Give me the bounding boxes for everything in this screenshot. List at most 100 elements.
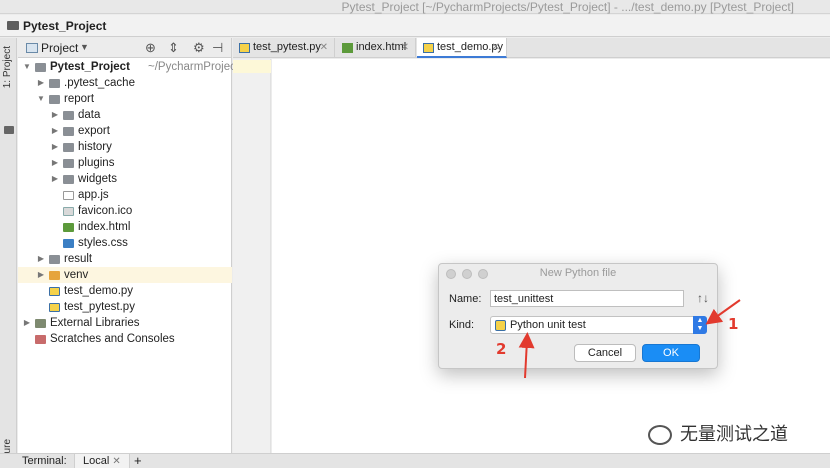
close-window-button[interactable] xyxy=(446,269,456,279)
annotation-marker-1: 1 xyxy=(728,315,739,333)
editor-tab[interactable]: index.html ✕ xyxy=(336,38,416,58)
folder-icon xyxy=(7,21,19,30)
tree-item[interactable]: ▶ plugins xyxy=(18,155,232,171)
folder-icon xyxy=(63,143,74,152)
ok-button[interactable]: OK xyxy=(642,344,700,362)
tree-item[interactable]: test_pytest.py xyxy=(18,299,232,315)
folder-icon xyxy=(63,127,74,136)
kind-select[interactable]: Python unit test ▲ ▼ xyxy=(490,316,707,334)
cancel-button[interactable]: Cancel xyxy=(574,344,636,362)
js-file-icon xyxy=(63,191,74,200)
folder-icon xyxy=(49,95,60,104)
tree-item[interactable]: app.js xyxy=(18,187,232,203)
tree-item[interactable]: ▼ report xyxy=(18,91,232,107)
watermark: 无量测试之道 xyxy=(648,420,788,446)
tree-item[interactable]: favicon.ico xyxy=(18,203,232,219)
close-icon[interactable]: ✕ xyxy=(112,456,120,467)
collapse-all-icon[interactable]: ⇕ xyxy=(168,40,179,56)
chevron-right-icon[interactable]: ▶ xyxy=(36,267,46,283)
editor-tab-label: test_pytest.py xyxy=(253,41,321,53)
tree-item[interactable]: Scratches and Consoles xyxy=(18,331,232,347)
folder-icon xyxy=(63,175,74,184)
window-title-bar: Pytest_Project [~/PycharmProjects/Pytest… xyxy=(0,0,830,14)
editor-gutter xyxy=(233,59,271,453)
chevron-right-icon[interactable]: ▶ xyxy=(50,107,60,123)
folder-icon xyxy=(49,79,60,88)
python-file-icon xyxy=(49,303,60,312)
tree-item[interactable]: index.html xyxy=(18,219,232,235)
tree-item-label: report xyxy=(64,93,95,105)
bottom-tool-bar: Terminal: Local ✕ + xyxy=(0,453,830,468)
sort-icon[interactable]: ↑↓ xyxy=(697,291,709,305)
folder-icon xyxy=(35,63,46,72)
close-icon[interactable]: ✕ xyxy=(492,38,500,57)
tree-item[interactable]: ▶ result xyxy=(18,251,232,267)
tree-item[interactable]: ▶ .pytest_cache xyxy=(18,75,232,91)
locate-icon[interactable]: ⊕ xyxy=(145,40,156,56)
tree-item[interactable]: ▶ export xyxy=(18,123,232,139)
tree-item[interactable]: ▶ venv xyxy=(18,267,232,283)
wechat-icon xyxy=(648,425,672,445)
chevron-right-icon[interactable]: ▶ xyxy=(36,251,46,267)
close-icon[interactable]: ✕ xyxy=(320,38,328,57)
gear-icon[interactable]: ⚙ xyxy=(193,40,205,56)
chevron-updown-icon[interactable]: ▲ ▼ xyxy=(693,316,707,334)
python-test-icon xyxy=(495,320,506,331)
tree-item-label: result xyxy=(64,253,93,265)
kind-select-value: Python unit test xyxy=(510,319,586,331)
zoom-window-button[interactable] xyxy=(478,269,488,279)
tree-item-label: favicon.ico xyxy=(78,205,133,217)
hide-panel-icon[interactable]: ⊣ xyxy=(212,40,223,56)
tree-item-label: data xyxy=(78,109,101,121)
tree-item[interactable]: test_demo.py xyxy=(18,283,232,299)
project-view-selector[interactable]: Project xyxy=(41,41,78,55)
chevron-right-icon[interactable]: ▶ xyxy=(50,139,60,155)
new-terminal-icon[interactable]: + xyxy=(134,453,142,468)
structure-tool-button[interactable]: ure xyxy=(2,439,13,453)
minimize-window-button[interactable] xyxy=(462,269,472,279)
excluded-folder-icon xyxy=(49,271,60,280)
editor-tab-bar: test_pytest.py ✕ index.html ✕ test_demo.py ✕ xyxy=(233,38,830,58)
chevron-right-icon[interactable]: ▶ xyxy=(22,315,32,331)
chevron-down-icon[interactable]: ▼ xyxy=(36,91,46,107)
project-view-icon xyxy=(26,43,38,53)
chevron-right-icon[interactable]: ▶ xyxy=(50,123,60,139)
project-panel-header: Project ▼ ⊕ ⇕ ⚙ ⊣ xyxy=(18,38,231,58)
code-editor[interactable] xyxy=(272,59,830,453)
chevron-right-icon[interactable]: ▶ xyxy=(36,75,46,91)
project-tool-button[interactable]: 1: Project xyxy=(2,46,13,88)
tree-item-label: styles.css xyxy=(78,237,128,249)
chevron-right-icon[interactable]: ▶ xyxy=(50,155,60,171)
tree-item-label: export xyxy=(78,125,110,137)
project-tree: ▼ Pytest_Project ~/PycharmProjects/P ▶ .pyte… xyxy=(18,59,256,347)
folder-icon xyxy=(63,159,74,168)
editor-tab-label: index.html xyxy=(356,41,407,53)
tree-item[interactable]: ▶ External Libraries xyxy=(18,315,232,331)
html-file-icon xyxy=(342,43,353,53)
close-icon[interactable]: ✕ xyxy=(401,38,409,57)
tree-item[interactable]: ▶ history xyxy=(18,139,232,155)
tree-item-label: Scratches and Consoles xyxy=(50,333,175,345)
python-file-icon xyxy=(49,287,60,296)
project-panel: Project ▼ ⊕ ⇕ ⚙ ⊣ ▼ Pytest_Project ~/Pycha… xyxy=(18,38,256,453)
folder-icon xyxy=(63,111,74,120)
chevron-down-icon[interactable]: ▼ xyxy=(80,42,89,52)
name-input[interactable] xyxy=(490,290,684,307)
tree-item[interactable]: styles.css xyxy=(18,235,232,251)
tree-item-label: app.js xyxy=(78,189,109,201)
window-title: Pytest_Project [~/PycharmProjects/Pytest… xyxy=(341,0,794,14)
folder-icon xyxy=(4,126,14,134)
nav-project-name[interactable]: Pytest_Project xyxy=(23,19,106,33)
editor-tab[interactable]: test_demo.py ✕ xyxy=(417,38,507,58)
tree-item-label: history xyxy=(78,141,112,153)
chevron-down-icon[interactable]: ▼ xyxy=(22,59,32,75)
scratch-icon xyxy=(35,335,46,344)
tree-item[interactable]: ▶ data xyxy=(18,107,232,123)
terminal-tab-local[interactable]: Local ✕ xyxy=(74,454,130,468)
chevron-right-icon[interactable]: ▶ xyxy=(50,171,60,187)
editor-tab[interactable]: test_pytest.py ✕ xyxy=(233,38,335,58)
python-file-icon xyxy=(239,43,250,53)
left-tool-strip: 1: Project ure xyxy=(0,38,17,453)
tree-item[interactable]: ▶ widgets xyxy=(18,171,232,187)
tree-item[interactable]: ▼ Pytest_Project ~/PycharmProjects/P xyxy=(18,59,256,75)
